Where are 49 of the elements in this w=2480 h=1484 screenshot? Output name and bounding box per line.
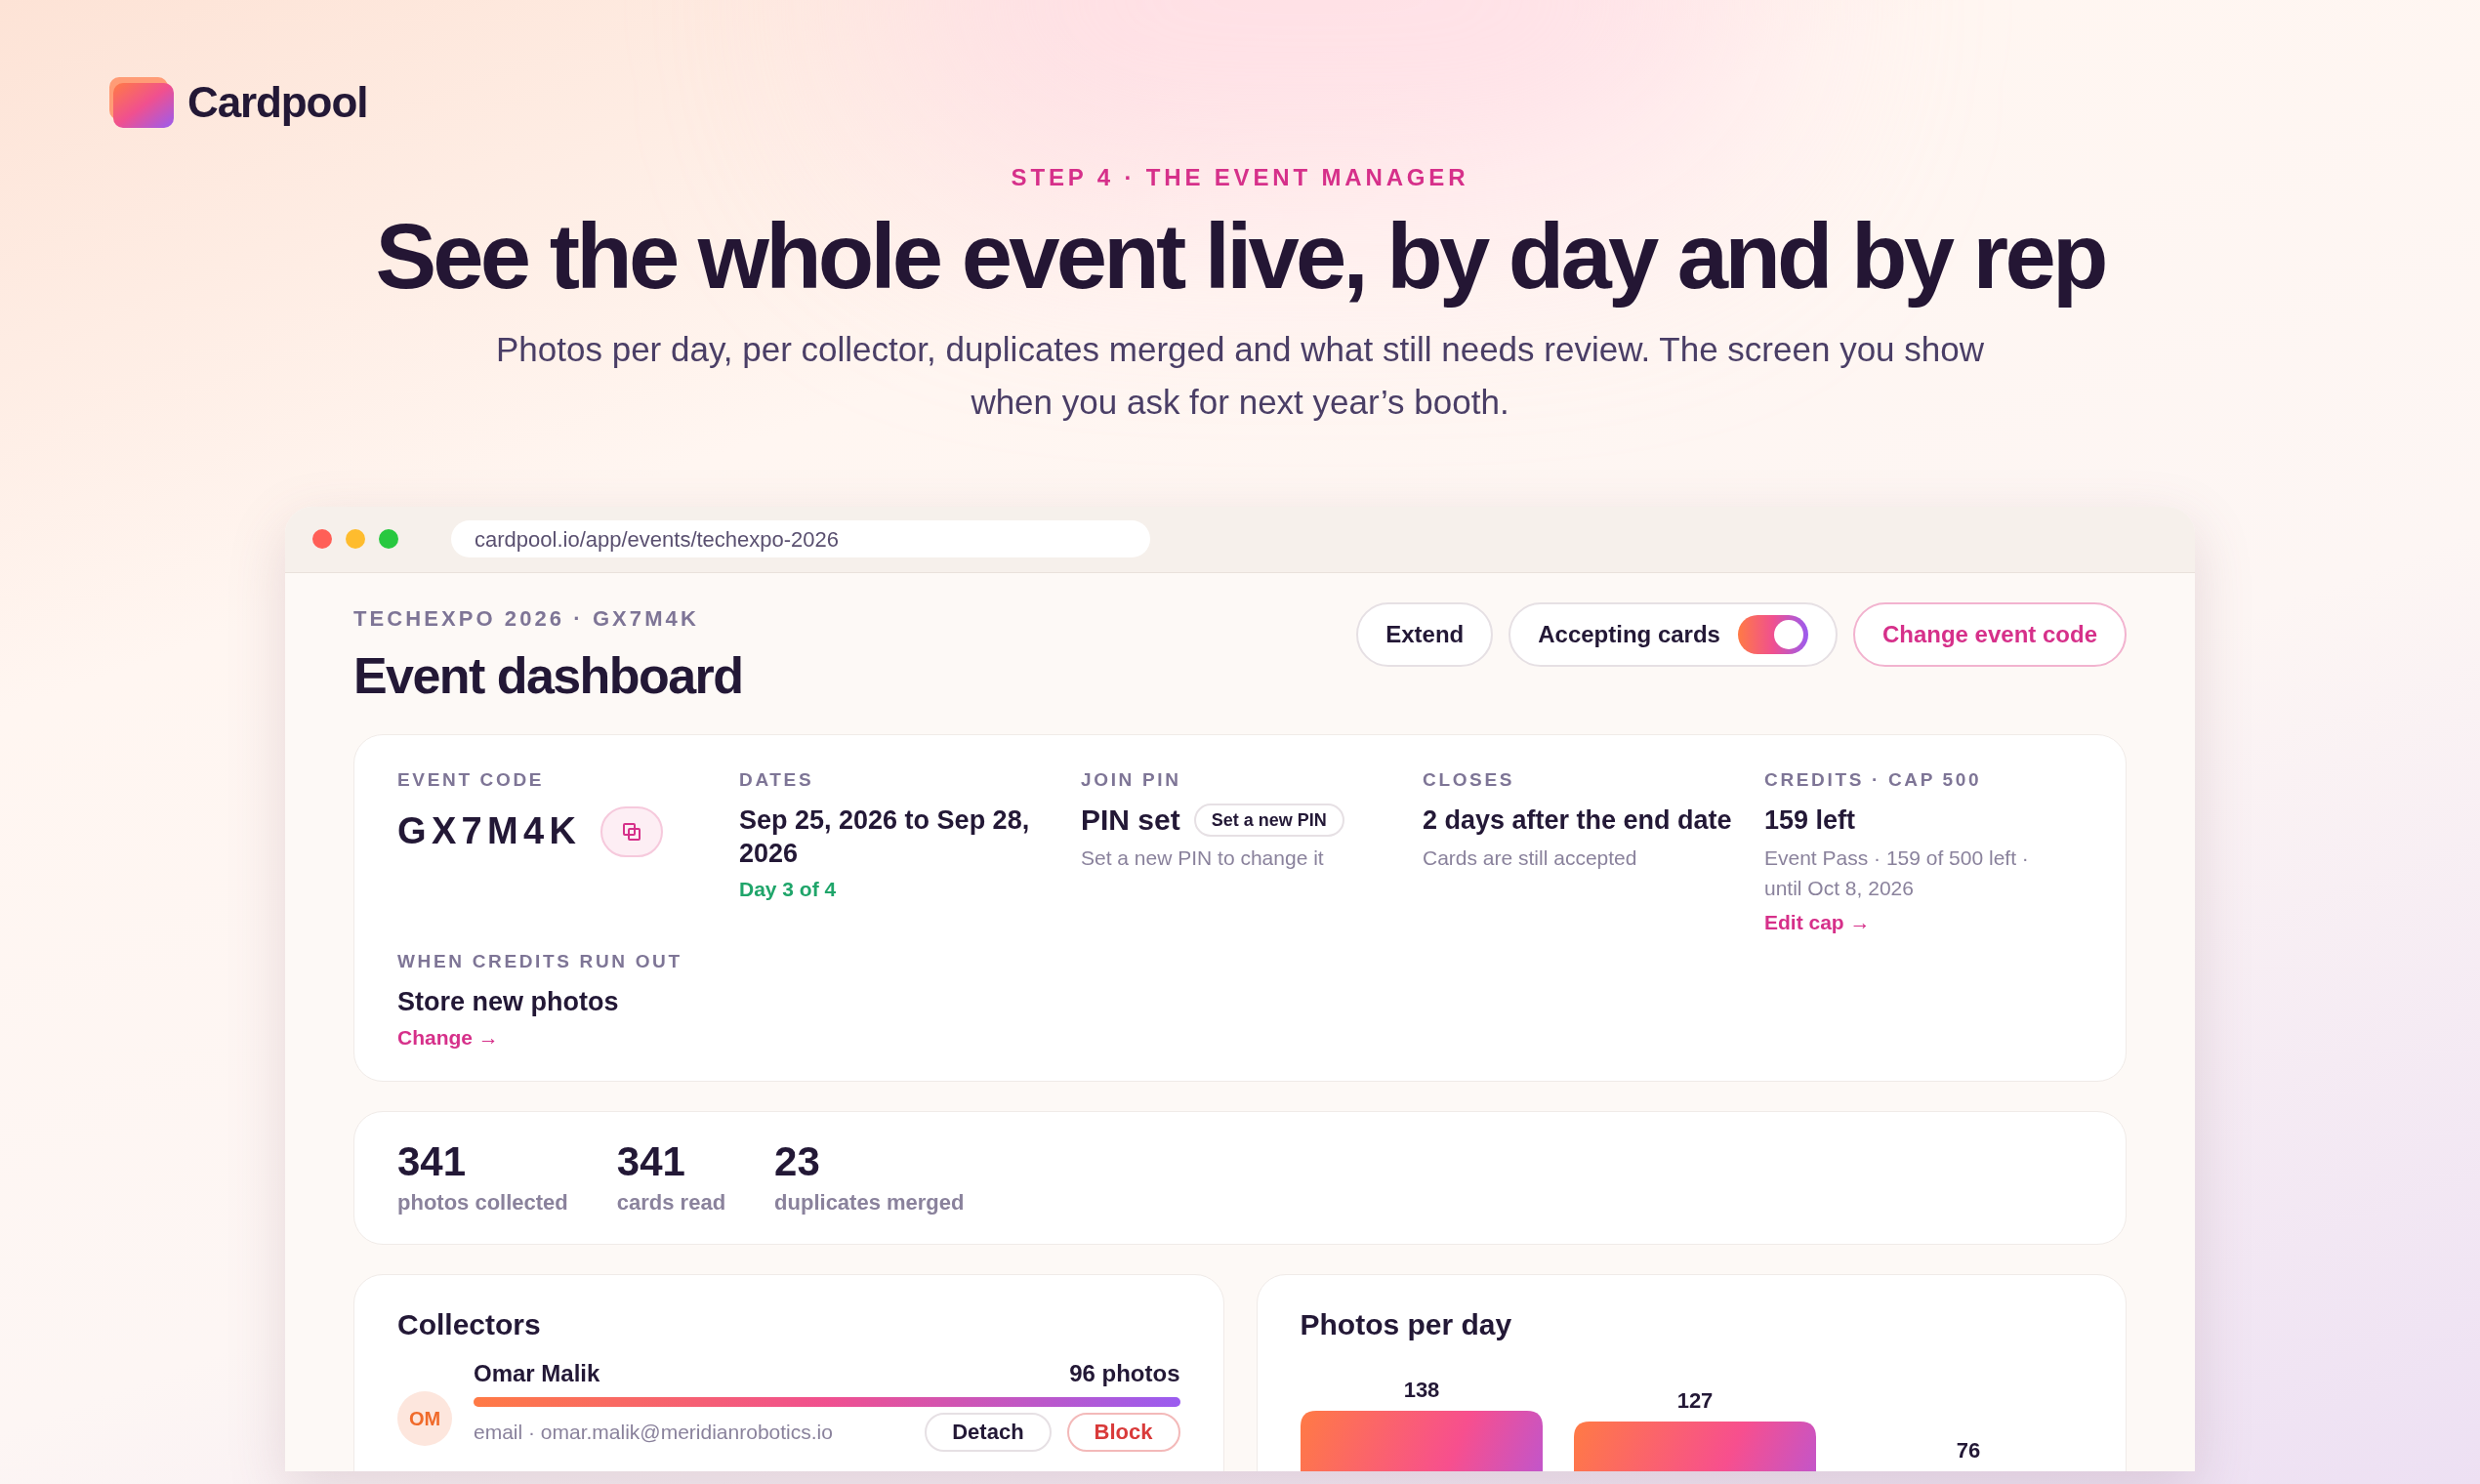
stat-value: 23 xyxy=(774,1136,821,1186)
event-eyebrow: TECHEXPO 2026 · GX7M4K xyxy=(353,604,700,633)
block-button[interactable]: Block xyxy=(1066,1412,1180,1452)
bar-value: 76 xyxy=(1956,1437,1980,1463)
eyebrow: STEP 4 · THE EVENT MANAGER xyxy=(1011,163,1469,192)
set-pin-button[interactable]: Set a new PIN xyxy=(1193,804,1344,838)
page-title: Event dashboard xyxy=(353,645,743,705)
field-label: CREDITS · CAP 500 xyxy=(1764,767,1983,792)
brand-name: Cardpool xyxy=(187,77,368,128)
event-code: GX7M4K xyxy=(397,809,582,854)
stat-label: duplicates merged xyxy=(774,1188,965,1216)
copy-icon xyxy=(623,822,641,841)
field-label: JOIN PIN xyxy=(1081,767,1182,792)
field-value: 2 days after the end date xyxy=(1423,804,1732,838)
accepting-toggle[interactable]: Accepting cards xyxy=(1509,601,1838,667)
avatar: OM xyxy=(397,1390,452,1446)
extend-button[interactable]: Extend xyxy=(1356,601,1494,667)
field-value: Sep 25, 2026 to Sep 28, 2026 xyxy=(739,804,1031,871)
stat-label: photos collected xyxy=(397,1188,568,1216)
bar-value: 138 xyxy=(1403,1377,1439,1402)
copy-button[interactable] xyxy=(600,805,664,857)
stat-label: cards read xyxy=(616,1188,726,1216)
field-label: WHEN CREDITS RUN OUT xyxy=(397,949,683,973)
logo-icon xyxy=(107,75,176,130)
field-value: PIN set xyxy=(1081,804,1180,838)
card-title: Collectors xyxy=(397,1306,542,1342)
photo-count: 96 photos xyxy=(1069,1358,1180,1388)
edit-link[interactable]: Edit cap → xyxy=(1764,907,2083,938)
field-value: Store new photos xyxy=(397,986,619,1019)
collector-name: Omar Malik xyxy=(474,1358,600,1388)
bar-value: 127 xyxy=(1676,1387,1713,1413)
headline: See the whole event live, by day and by rep xyxy=(375,209,2105,306)
card-title: Photos per day xyxy=(1300,1306,1513,1342)
stat-value: 341 xyxy=(616,1136,686,1186)
stat-value: 341 xyxy=(397,1136,468,1186)
detach-button[interactable]: Detach xyxy=(925,1412,1052,1452)
field-label: EVENT CODE xyxy=(397,767,546,792)
subtitle: Photos per day, per collector, duplicates merged and what still needs review. The screen you show when you ask for next year’s booth. xyxy=(495,328,1985,423)
field-label: CLOSES xyxy=(1423,767,1516,792)
edit-link[interactable]: Change → xyxy=(397,1022,716,1053)
collector-email: email · omar.malik@meridianrobotics.io xyxy=(474,1419,834,1445)
field-note: Set a new PIN to change it xyxy=(1081,845,1325,872)
field-label: DATES xyxy=(739,767,815,792)
address-bar[interactable]: cardpool.io/app/events/techexpo-2026 xyxy=(451,520,1150,558)
field-value: 159 left xyxy=(1764,804,1856,838)
day-progress: Day 3 of 4 xyxy=(739,877,838,903)
field-note: Event Pass · 159 of 500 left · until Oct 8, 2026 xyxy=(1764,845,2030,902)
change-code-button[interactable]: Change event code xyxy=(1852,601,2127,667)
field-note: Cards are still accepted xyxy=(1423,845,1638,872)
